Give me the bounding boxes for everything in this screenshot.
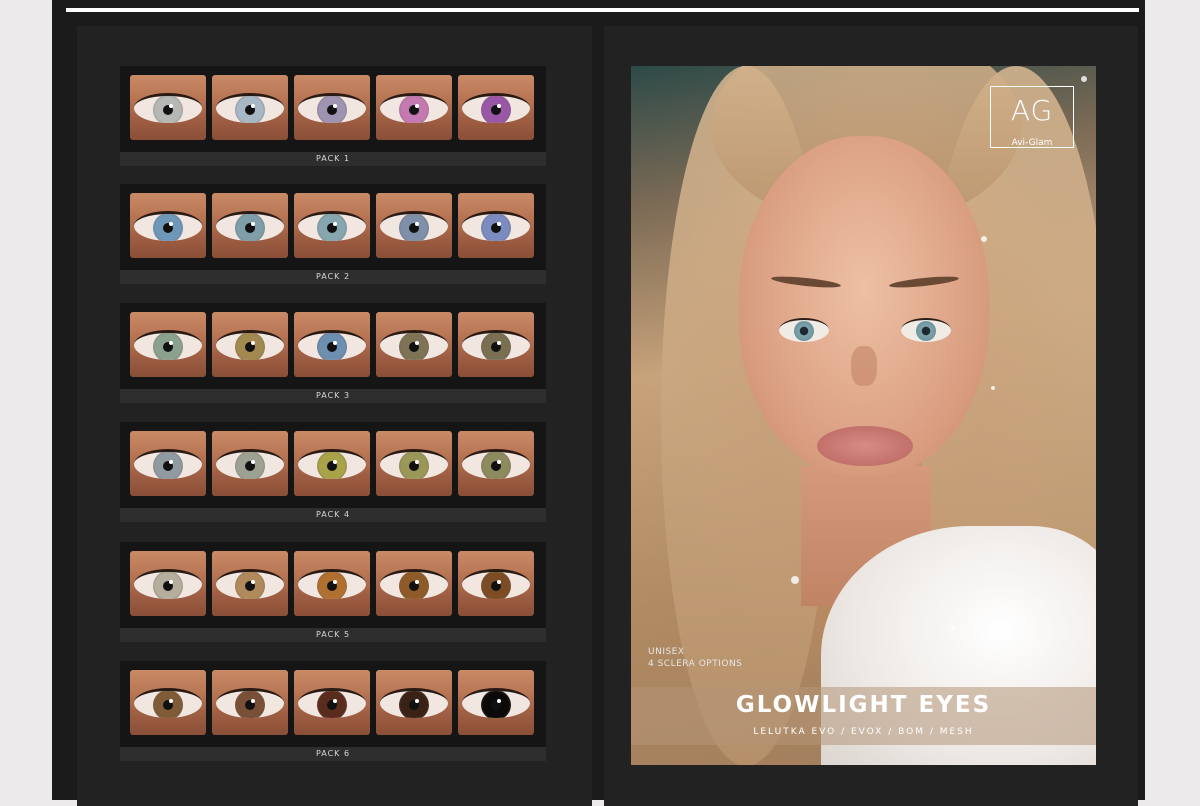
eye-swatch: [130, 312, 206, 377]
eye-swatch: [212, 193, 288, 258]
eye-swatch: [376, 670, 452, 735]
iris-color: [153, 572, 183, 599]
eye-swatch: [212, 431, 288, 496]
eye-swatch: [212, 75, 288, 140]
iris-color: [317, 572, 347, 599]
iris-color: [153, 452, 183, 479]
brand-logo: AG Avi-Glam: [990, 86, 1074, 148]
poster-left-eye: [779, 318, 829, 342]
eye-swatch: [212, 312, 288, 377]
eye-swatch: [130, 670, 206, 735]
eye-swatch: [294, 312, 370, 377]
iris-color: [481, 691, 511, 718]
pack-4: PACK 4: [120, 422, 546, 532]
eye-swatch: [212, 670, 288, 735]
eye-swatch: [458, 193, 534, 258]
eye-swatch: [376, 193, 452, 258]
iris-color: [235, 572, 265, 599]
product-title: GLOWLIGHT EYES: [735, 692, 992, 718]
iris-color: [399, 691, 429, 718]
pack-label: PACK 4: [120, 508, 546, 522]
brand-name: Avi-Glam: [1011, 138, 1053, 148]
iris-color: [481, 96, 511, 123]
poster-tag-sclera: 4 SCLERA OPTIONS: [648, 659, 743, 669]
iris-color: [153, 214, 183, 241]
eye-swatch: [130, 193, 206, 258]
iris-color: [153, 96, 183, 123]
eye-swatch: [458, 431, 534, 496]
top-divider: [66, 8, 1139, 12]
poster-face: [739, 136, 989, 476]
iris-color: [317, 452, 347, 479]
iris-color: [235, 452, 265, 479]
poster-right-eye: [901, 318, 951, 342]
platform-list: LELUTKA EVO / EVOX / BOM / MESH: [753, 727, 974, 737]
poster-lips: [817, 426, 913, 466]
iris-color: [399, 333, 429, 360]
pack-1: PACK 1: [120, 66, 546, 176]
eye-swatch: [458, 670, 534, 735]
iris-color: [481, 452, 511, 479]
iris-color: [399, 214, 429, 241]
iris-color: [317, 333, 347, 360]
iris-color: [235, 691, 265, 718]
eye-swatch: [458, 75, 534, 140]
pack-3: PACK 3: [120, 303, 546, 413]
iris-color: [399, 452, 429, 479]
iris-color: [481, 572, 511, 599]
iris-color: [153, 333, 183, 360]
eye-swatch: [376, 431, 452, 496]
iris-color: [235, 96, 265, 123]
eye-swatch: [458, 551, 534, 616]
iris-color: [235, 214, 265, 241]
eye-swatch: [376, 75, 452, 140]
iris-color: [235, 333, 265, 360]
eye-swatch: [294, 75, 370, 140]
pack-label: PACK 1: [120, 152, 546, 166]
eye-swatch: [376, 551, 452, 616]
eye-swatch: [376, 312, 452, 377]
iris-color: [481, 333, 511, 360]
iris-color: [399, 572, 429, 599]
eye-swatch: [458, 312, 534, 377]
pack-label: PACK 5: [120, 628, 546, 642]
eye-swatch: [130, 551, 206, 616]
pack-label: PACK 6: [120, 747, 546, 761]
eye-swatch: [294, 193, 370, 258]
eye-swatch: [212, 551, 288, 616]
pack-5: PACK 5: [120, 542, 546, 652]
eye-swatch: [294, 670, 370, 735]
poster-tag-unisex: UNISEX: [648, 647, 685, 657]
pack-label: PACK 3: [120, 389, 546, 403]
pack-label: PACK 2: [120, 270, 546, 284]
iris-color: [399, 96, 429, 123]
iris-color: [317, 96, 347, 123]
pack-2: PACK 2: [120, 184, 546, 294]
eye-swatch: [130, 431, 206, 496]
eye-swatch: [294, 431, 370, 496]
iris-color: [317, 214, 347, 241]
brand-logo-mark: AG: [1010, 94, 1054, 127]
eye-swatch: [294, 551, 370, 616]
pack-6: PACK 6: [120, 661, 546, 771]
iris-color: [153, 691, 183, 718]
iris-color: [317, 691, 347, 718]
poster-nose: [851, 346, 877, 386]
iris-color: [481, 214, 511, 241]
eye-swatch: [130, 75, 206, 140]
